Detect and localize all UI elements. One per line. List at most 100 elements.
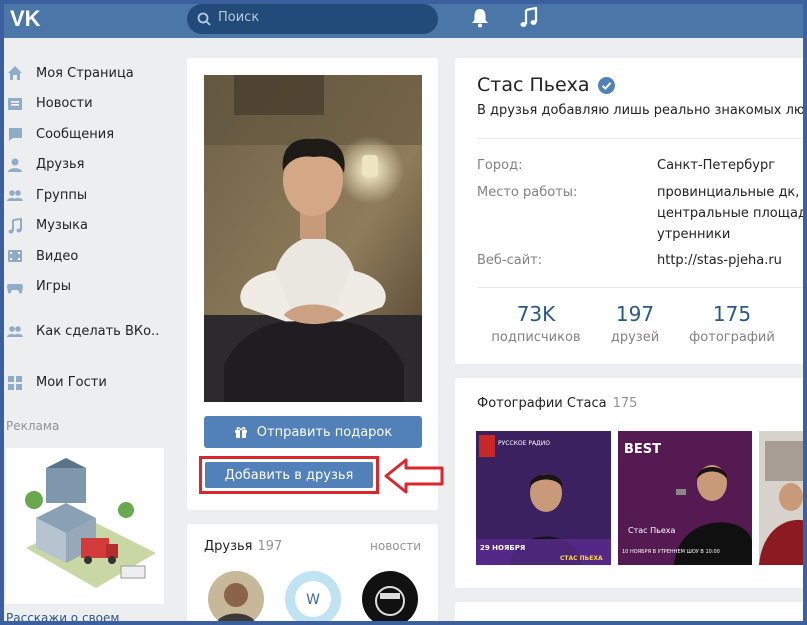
menu-item-news[interactable]: Новости bbox=[6, 89, 176, 120]
left-menu: Моя Страница Новости Сообщения Друзья Гр… bbox=[6, 58, 176, 398]
annotation-arrow-icon bbox=[384, 458, 444, 494]
avatar-card: Отправить подарок Добавить в друзья bbox=[187, 58, 438, 510]
info-label-city: Город: bbox=[477, 158, 523, 173]
friends-icon bbox=[8, 158, 22, 172]
menu-item-label: Мои Гости bbox=[36, 375, 107, 391]
menu-item-video[interactable]: Видео bbox=[6, 241, 176, 272]
info-label-work: Место работы: bbox=[477, 185, 578, 200]
music-icon bbox=[8, 217, 22, 234]
menu-item-label: Видео bbox=[36, 248, 79, 264]
send-gift-label: Отправить подарок bbox=[256, 424, 393, 440]
menu-item-label: Новости bbox=[36, 96, 93, 112]
app-icon bbox=[7, 326, 23, 338]
counter-label: фотографий bbox=[689, 330, 775, 345]
friend-avatar[interactable]: W bbox=[285, 571, 341, 625]
profile-status: В друзья добавляю лишь реально знакомых … bbox=[477, 103, 807, 118]
ad-text[interactable]: Расскажи о своем bbox=[6, 611, 119, 625]
friend-avatar[interactable] bbox=[208, 571, 264, 625]
menu-item-groups[interactable]: Группы bbox=[6, 180, 176, 211]
counter-number: 175 bbox=[712, 302, 752, 326]
friends-title: Друзья bbox=[204, 539, 253, 554]
photo-thumbnail[interactable]: BEST Стас Пьеха 10 НОЯБРЯ В УТРЕННЕМ ШОУ… bbox=[618, 431, 752, 565]
counter-number: 197 bbox=[615, 302, 655, 326]
profile-name-row: Стас Пьеха bbox=[477, 74, 615, 96]
counter-label: друзей bbox=[610, 330, 660, 345]
photos-header[interactable]: Фотографии Стаса 175 bbox=[477, 396, 637, 411]
add-friend-button[interactable]: Добавить в друзья bbox=[205, 462, 373, 488]
photos-block: Фотографии Стаса 175 РУССКОЕ РАДИО 29 НОЯ… bbox=[455, 378, 807, 588]
profile-name: Стас Пьеха bbox=[477, 74, 590, 96]
ad-label: Реклама bbox=[6, 419, 60, 433]
menu-item-label: Как сделать ВКо.. bbox=[36, 323, 160, 339]
friend-avatar-image bbox=[208, 571, 264, 625]
messages-icon bbox=[8, 128, 22, 142]
friend-avatar[interactable] bbox=[362, 571, 418, 625]
svg-text:W: W bbox=[306, 592, 320, 608]
top-bar: VK Поиск bbox=[0, 0, 807, 38]
counter-photos[interactable]: 175 фотографий bbox=[687, 302, 777, 345]
photo-thumbnail[interactable]: РУССКОЕ РАДИО 29 НОЯБРЯ СТАС ПЬЕХА bbox=[476, 431, 611, 565]
search-placeholder: Поиск bbox=[218, 10, 260, 25]
menu-item-label: Музыка bbox=[36, 218, 88, 234]
counter-friends[interactable]: 197 друзей bbox=[603, 302, 667, 345]
video-icon bbox=[8, 250, 22, 263]
menu-item-games[interactable]: Игры bbox=[6, 272, 176, 303]
poster-radio-text: РУССКОЕ РАДИО bbox=[498, 440, 550, 447]
friend-avatar-image bbox=[362, 571, 418, 625]
menu-item-my-guests[interactable]: Мои Гости bbox=[6, 368, 176, 399]
divider bbox=[477, 287, 807, 288]
poster-name-text: СТАС ПЬЕХА bbox=[560, 555, 603, 562]
profile-info-card: Стас Пьеха В друзья добавляю лишь реальн… bbox=[455, 58, 807, 364]
verified-icon[interactable] bbox=[597, 76, 615, 94]
profile-photo[interactable] bbox=[204, 75, 422, 402]
counter-followers[interactable]: 73K подписчиков bbox=[491, 302, 581, 345]
menu-item-label: Друзья bbox=[36, 157, 85, 173]
menu-item-label: Сообщения bbox=[36, 126, 115, 142]
counter-number: 73K bbox=[516, 302, 556, 326]
app-icon bbox=[8, 375, 22, 390]
poster-date-text: 29 НОЯБРЯ bbox=[480, 544, 525, 552]
groups-icon bbox=[7, 190, 23, 202]
menu-item-app-how-to[interactable]: Как сделать ВКо.. bbox=[6, 316, 176, 347]
poster-image: BEST Стас Пьеха 10 НОЯБРЯ В УТРЕННЕМ ШОУ… bbox=[618, 431, 752, 565]
poster-image bbox=[759, 431, 807, 565]
info-label-website: Веб-сайт: bbox=[477, 253, 543, 268]
menu-separator bbox=[6, 347, 176, 368]
profile-photo-image bbox=[204, 75, 422, 402]
ad-banner[interactable] bbox=[6, 448, 164, 604]
menu-separator bbox=[6, 302, 176, 316]
counter-label: подписчиков bbox=[491, 330, 581, 345]
search-input[interactable]: Поиск bbox=[187, 4, 438, 34]
wall-block bbox=[455, 602, 807, 625]
news-icon bbox=[8, 97, 22, 110]
poster-date-text: 10 НОЯБРЯ В УТРЕННЕМ ШОУ В 10:00 bbox=[622, 549, 720, 555]
friends-count: 197 bbox=[257, 539, 283, 554]
friends-news-link[interactable]: новости bbox=[370, 539, 421, 553]
annotation-highlight-box: Добавить в друзья bbox=[199, 456, 379, 494]
info-value-work-line1[interactable]: провинциальные дк, м bbox=[657, 182, 807, 203]
bell-icon[interactable] bbox=[471, 8, 489, 28]
divider bbox=[477, 138, 807, 139]
poster-brand-text: BEST bbox=[624, 442, 661, 457]
friends-block: Друзья 197 новости W bbox=[187, 524, 438, 625]
menu-item-label: Группы bbox=[36, 187, 88, 203]
info-value-city[interactable]: Санкт-Петербург bbox=[657, 155, 775, 176]
poster-image: РУССКОЕ РАДИО 29 НОЯБРЯ СТАС ПЬЕХА bbox=[476, 431, 611, 565]
photo-thumbnail[interactable] bbox=[759, 431, 807, 565]
svg-text:VK: VK bbox=[10, 6, 41, 30]
info-value-work-line3[interactable]: утренники bbox=[657, 224, 730, 245]
info-value-website[interactable]: http://stas-pjeha.ru bbox=[657, 250, 782, 271]
add-friend-label: Добавить в друзья bbox=[224, 467, 354, 483]
search-icon bbox=[197, 12, 211, 26]
menu-item-messages[interactable]: Сообщения bbox=[6, 119, 176, 150]
music-icon[interactable] bbox=[518, 7, 540, 29]
friends-header[interactable]: Друзья 197 bbox=[204, 539, 282, 554]
info-value-work-line2[interactable]: центральные площади bbox=[657, 203, 807, 224]
menu-item-friends[interactable]: Друзья bbox=[6, 150, 176, 181]
vk-logo[interactable]: VK bbox=[10, 6, 46, 30]
send-gift-button[interactable]: Отправить подарок bbox=[204, 416, 422, 448]
gift-icon bbox=[234, 427, 247, 438]
menu-item-music[interactable]: Музыка bbox=[6, 211, 176, 242]
home-icon bbox=[8, 66, 22, 81]
menu-item-my-page[interactable]: Моя Страница bbox=[6, 58, 176, 89]
